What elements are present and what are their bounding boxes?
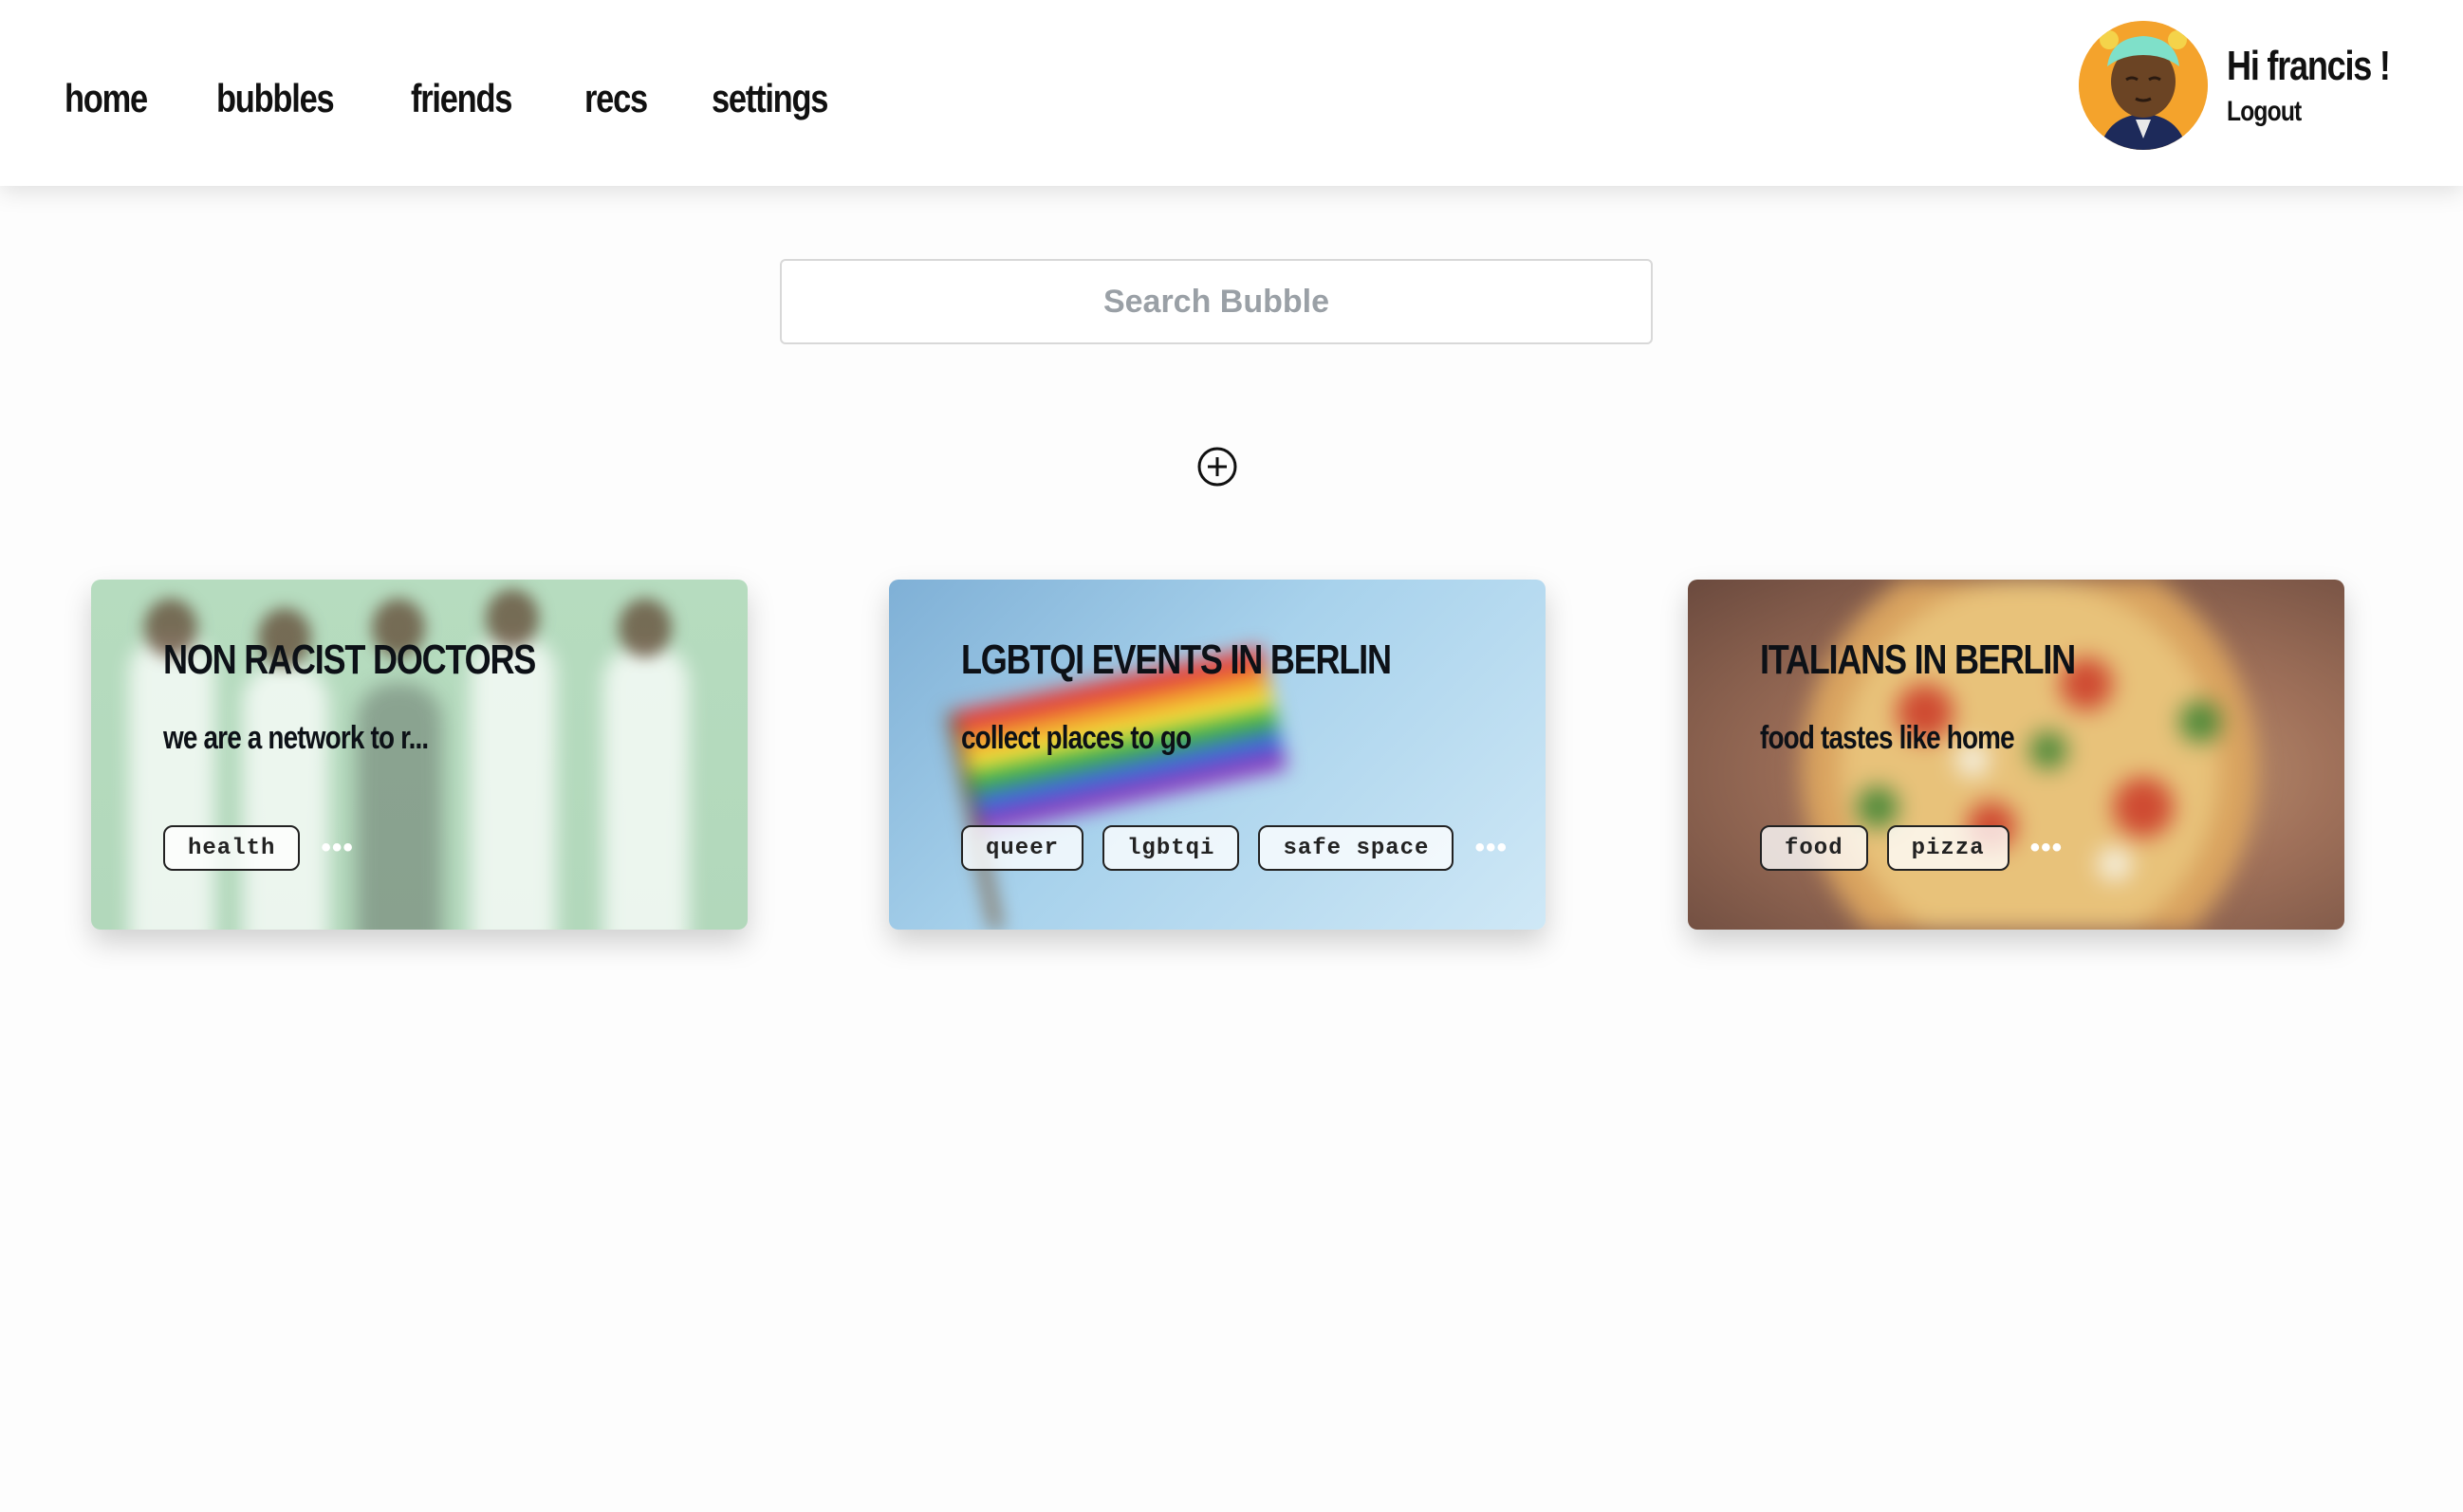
tag-queer[interactable]: queer bbox=[961, 825, 1084, 871]
card-title: ITALIANS IN BERLIN bbox=[1760, 636, 2076, 683]
bubble-card-non-racist-doctors[interactable]: NON RACIST DOCTORS we are a network to r… bbox=[91, 580, 748, 930]
card-description: food tastes like home bbox=[1760, 720, 2015, 756]
tag-list: food pizza ••• bbox=[1760, 825, 2063, 871]
tag-list: health ••• bbox=[163, 825, 354, 871]
greeting-text: Hi francis ! bbox=[2226, 43, 2391, 89]
avatar-illustration-icon bbox=[2078, 21, 2208, 150]
tag-safe-space[interactable]: safe space bbox=[1258, 825, 1454, 871]
top-navigation-bar: home bubbles friends recs settings Hi fr… bbox=[0, 0, 2463, 186]
search-input[interactable] bbox=[780, 259, 1653, 344]
card-description: we are a network to r... bbox=[163, 720, 429, 756]
more-tags-icon[interactable]: ••• bbox=[2030, 832, 2064, 864]
avatar[interactable] bbox=[2078, 21, 2208, 150]
card-description: collect places to go bbox=[961, 720, 1192, 756]
card-title: LGBTQI EVENTS IN BERLIN bbox=[961, 636, 1392, 683]
tag-pizza[interactable]: pizza bbox=[1886, 825, 2009, 871]
card-title: NON RACIST DOCTORS bbox=[163, 636, 536, 683]
bubble-card-lgbtqi-events[interactable]: LGBTQI EVENTS IN BERLIN collect places t… bbox=[889, 580, 1546, 930]
more-tags-icon[interactable]: ••• bbox=[321, 832, 354, 864]
user-menu: Hi francis ! Logout bbox=[2078, 21, 2425, 150]
main-nav: home bubbles friends recs settings bbox=[65, 76, 843, 121]
tag-lgbtqi[interactable]: lgbtqi bbox=[1102, 825, 1240, 871]
nav-friends[interactable]: friends bbox=[411, 76, 512, 121]
tag-list: queer lgbtqi safe space ••• bbox=[961, 825, 1508, 871]
more-tags-icon[interactable]: ••• bbox=[1474, 832, 1508, 864]
plus-circle-icon bbox=[1197, 447, 1237, 487]
tag-health[interactable]: health bbox=[163, 825, 301, 871]
tag-food[interactable]: food bbox=[1760, 825, 1868, 871]
nav-recs[interactable]: recs bbox=[584, 76, 648, 121]
logout-link[interactable]: Logout bbox=[2227, 96, 2390, 128]
bubble-card-italians-in-berlin[interactable]: ITALIANS IN BERLIN food tastes like home… bbox=[1688, 580, 2344, 930]
nav-bubbles[interactable]: bubbles bbox=[216, 76, 335, 121]
user-text: Hi francis ! Logout bbox=[2227, 43, 2425, 128]
nav-home[interactable]: home bbox=[65, 76, 148, 121]
add-bubble-button[interactable] bbox=[1196, 446, 1238, 488]
nav-settings[interactable]: settings bbox=[712, 76, 828, 121]
